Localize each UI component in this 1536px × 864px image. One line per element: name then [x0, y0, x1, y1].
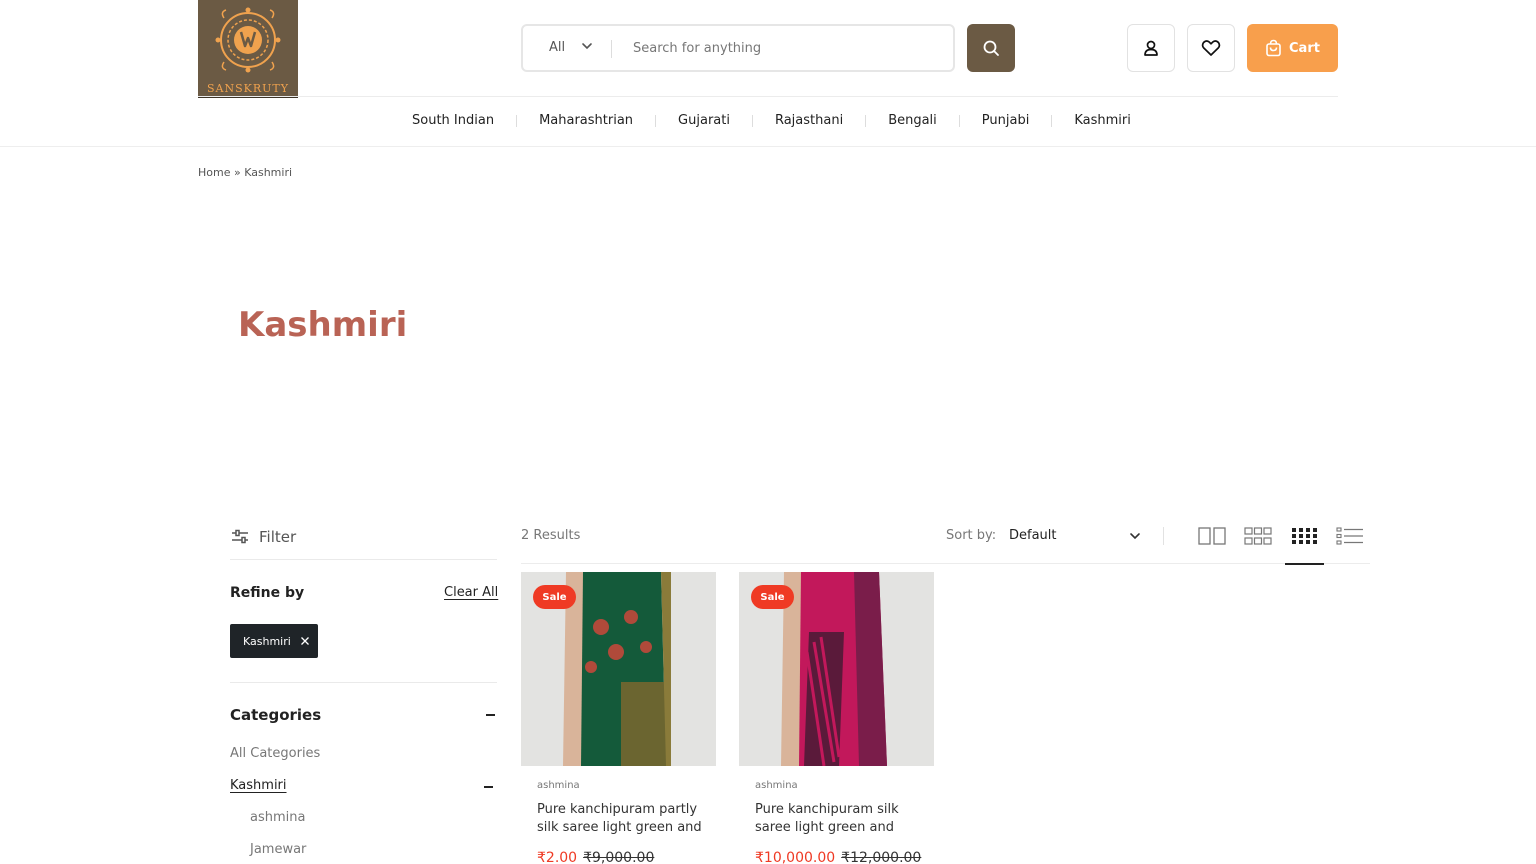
nav-item-maharashtrian[interactable]: Maharashtrian [517, 113, 655, 128]
product-vendor[interactable]: ashmina [755, 780, 798, 791]
product-vendor[interactable]: ashmina [537, 780, 580, 791]
product-card[interactable]: Sale ashmina Pure kanchipuram partly sil… [521, 572, 716, 864]
breadcrumb-current: Kashmiri [244, 166, 293, 179]
product-title[interactable]: Pure kanchipuram silk saree light green … [755, 801, 925, 837]
heart-icon [1201, 40, 1221, 56]
active-filter-chip[interactable]: Kashmiri [230, 624, 318, 658]
search-category-select[interactable]: All [549, 40, 565, 55]
product-title[interactable]: Pure kanchipuram partly silk saree light… [537, 801, 707, 837]
compare-price: ₹9,000.00 [583, 850, 655, 864]
list-view-icon[interactable] [1336, 526, 1364, 546]
product-image[interactable]: Sale [521, 572, 716, 766]
wishlist-button[interactable] [1187, 24, 1235, 72]
toolbar-underline [521, 563, 1370, 564]
sidebar-divider [230, 682, 497, 683]
active-view-indicator [1285, 563, 1324, 565]
product-price: ₹2.00 ₹9,000.00 [537, 850, 654, 864]
sort-select[interactable]: Default [1009, 528, 1057, 543]
filter-header[interactable]: Filter [230, 524, 497, 560]
nav-item-bengali[interactable]: Bengali [866, 113, 959, 128]
page-title: Kashmiri [238, 305, 408, 345]
compare-price: ₹12,000.00 [841, 850, 922, 864]
breadcrumb-home[interactable]: Home [198, 166, 230, 179]
product-card[interactable]: Sale ashmina Pure kanchipuram silk saree… [739, 572, 934, 864]
chevron-down-icon[interactable] [580, 39, 594, 53]
nav-item-rajasthani[interactable]: Rajasthani [753, 113, 865, 128]
main-nav: South Indian Maharashtrian Gujarati Raja… [390, 113, 1153, 128]
filter-label: Filter [259, 528, 297, 546]
brand-name: SANSKRUTY [206, 82, 289, 95]
collapse-icon[interactable] [486, 714, 495, 716]
nav-divider-line [198, 96, 1338, 97]
account-icon [1144, 40, 1158, 56]
refine-by-heading: Refine by [230, 585, 305, 601]
sale-badge: Sale [751, 585, 794, 609]
results-count: 2 Results [521, 528, 581, 543]
search-icon [983, 40, 999, 56]
logo-emblem-icon [215, 7, 281, 73]
grid-2-columns-icon[interactable] [1198, 526, 1226, 546]
sale-badge: Sale [533, 585, 576, 609]
collapse-icon[interactable] [484, 786, 493, 788]
brand-logo[interactable]: SANSKRUTY [198, 0, 298, 98]
nav-item-punjabi[interactable]: Punjabi [960, 113, 1052, 128]
nav-item-gujarati[interactable]: Gujarati [656, 113, 752, 128]
sort-label: Sort by: [946, 528, 997, 543]
cart-button[interactable]: Cart [1247, 24, 1338, 72]
categories-heading[interactable]: Categories [230, 706, 321, 724]
nav-item-kashmiri[interactable]: Kashmiri [1052, 113, 1153, 128]
search-input[interactable] [633, 36, 933, 60]
close-icon[interactable] [300, 636, 310, 646]
category-link-ashmina[interactable]: ashmina [250, 810, 305, 825]
toolbar-divider [1163, 527, 1164, 545]
clear-all-link[interactable]: Clear All [444, 585, 498, 600]
grid-3-columns-icon[interactable] [1244, 526, 1272, 546]
sliders-icon [232, 529, 248, 544]
category-link-all[interactable]: All Categories [230, 746, 320, 761]
active-filter-label: Kashmiri [243, 634, 291, 648]
grid-4-columns-icon[interactable] [1290, 526, 1318, 546]
category-link-kashmiri[interactable]: Kashmiri [230, 778, 287, 793]
shopping-bag-icon [1266, 39, 1281, 57]
product-image[interactable]: Sale [739, 572, 934, 766]
cart-label: Cart [1289, 40, 1320, 56]
search-divider [611, 40, 612, 58]
sale-price: ₹10,000.00 [755, 850, 836, 864]
breadcrumb: Home » Kashmiri [198, 166, 292, 179]
category-link-jamewar[interactable]: Jamewar [250, 842, 306, 857]
breadcrumb-separator: » [230, 166, 245, 179]
nav-item-south-indian[interactable]: South Indian [390, 113, 516, 128]
site-header: SANSKRUTY All Cart [0, 0, 1536, 147]
search-button[interactable] [967, 24, 1015, 72]
account-button[interactable] [1127, 24, 1175, 72]
sale-price: ₹2.00 [537, 850, 578, 864]
chevron-down-icon[interactable] [1128, 529, 1142, 543]
product-price: ₹10,000.00 ₹12,000.00 [755, 850, 921, 864]
search-bar: All [521, 24, 955, 72]
